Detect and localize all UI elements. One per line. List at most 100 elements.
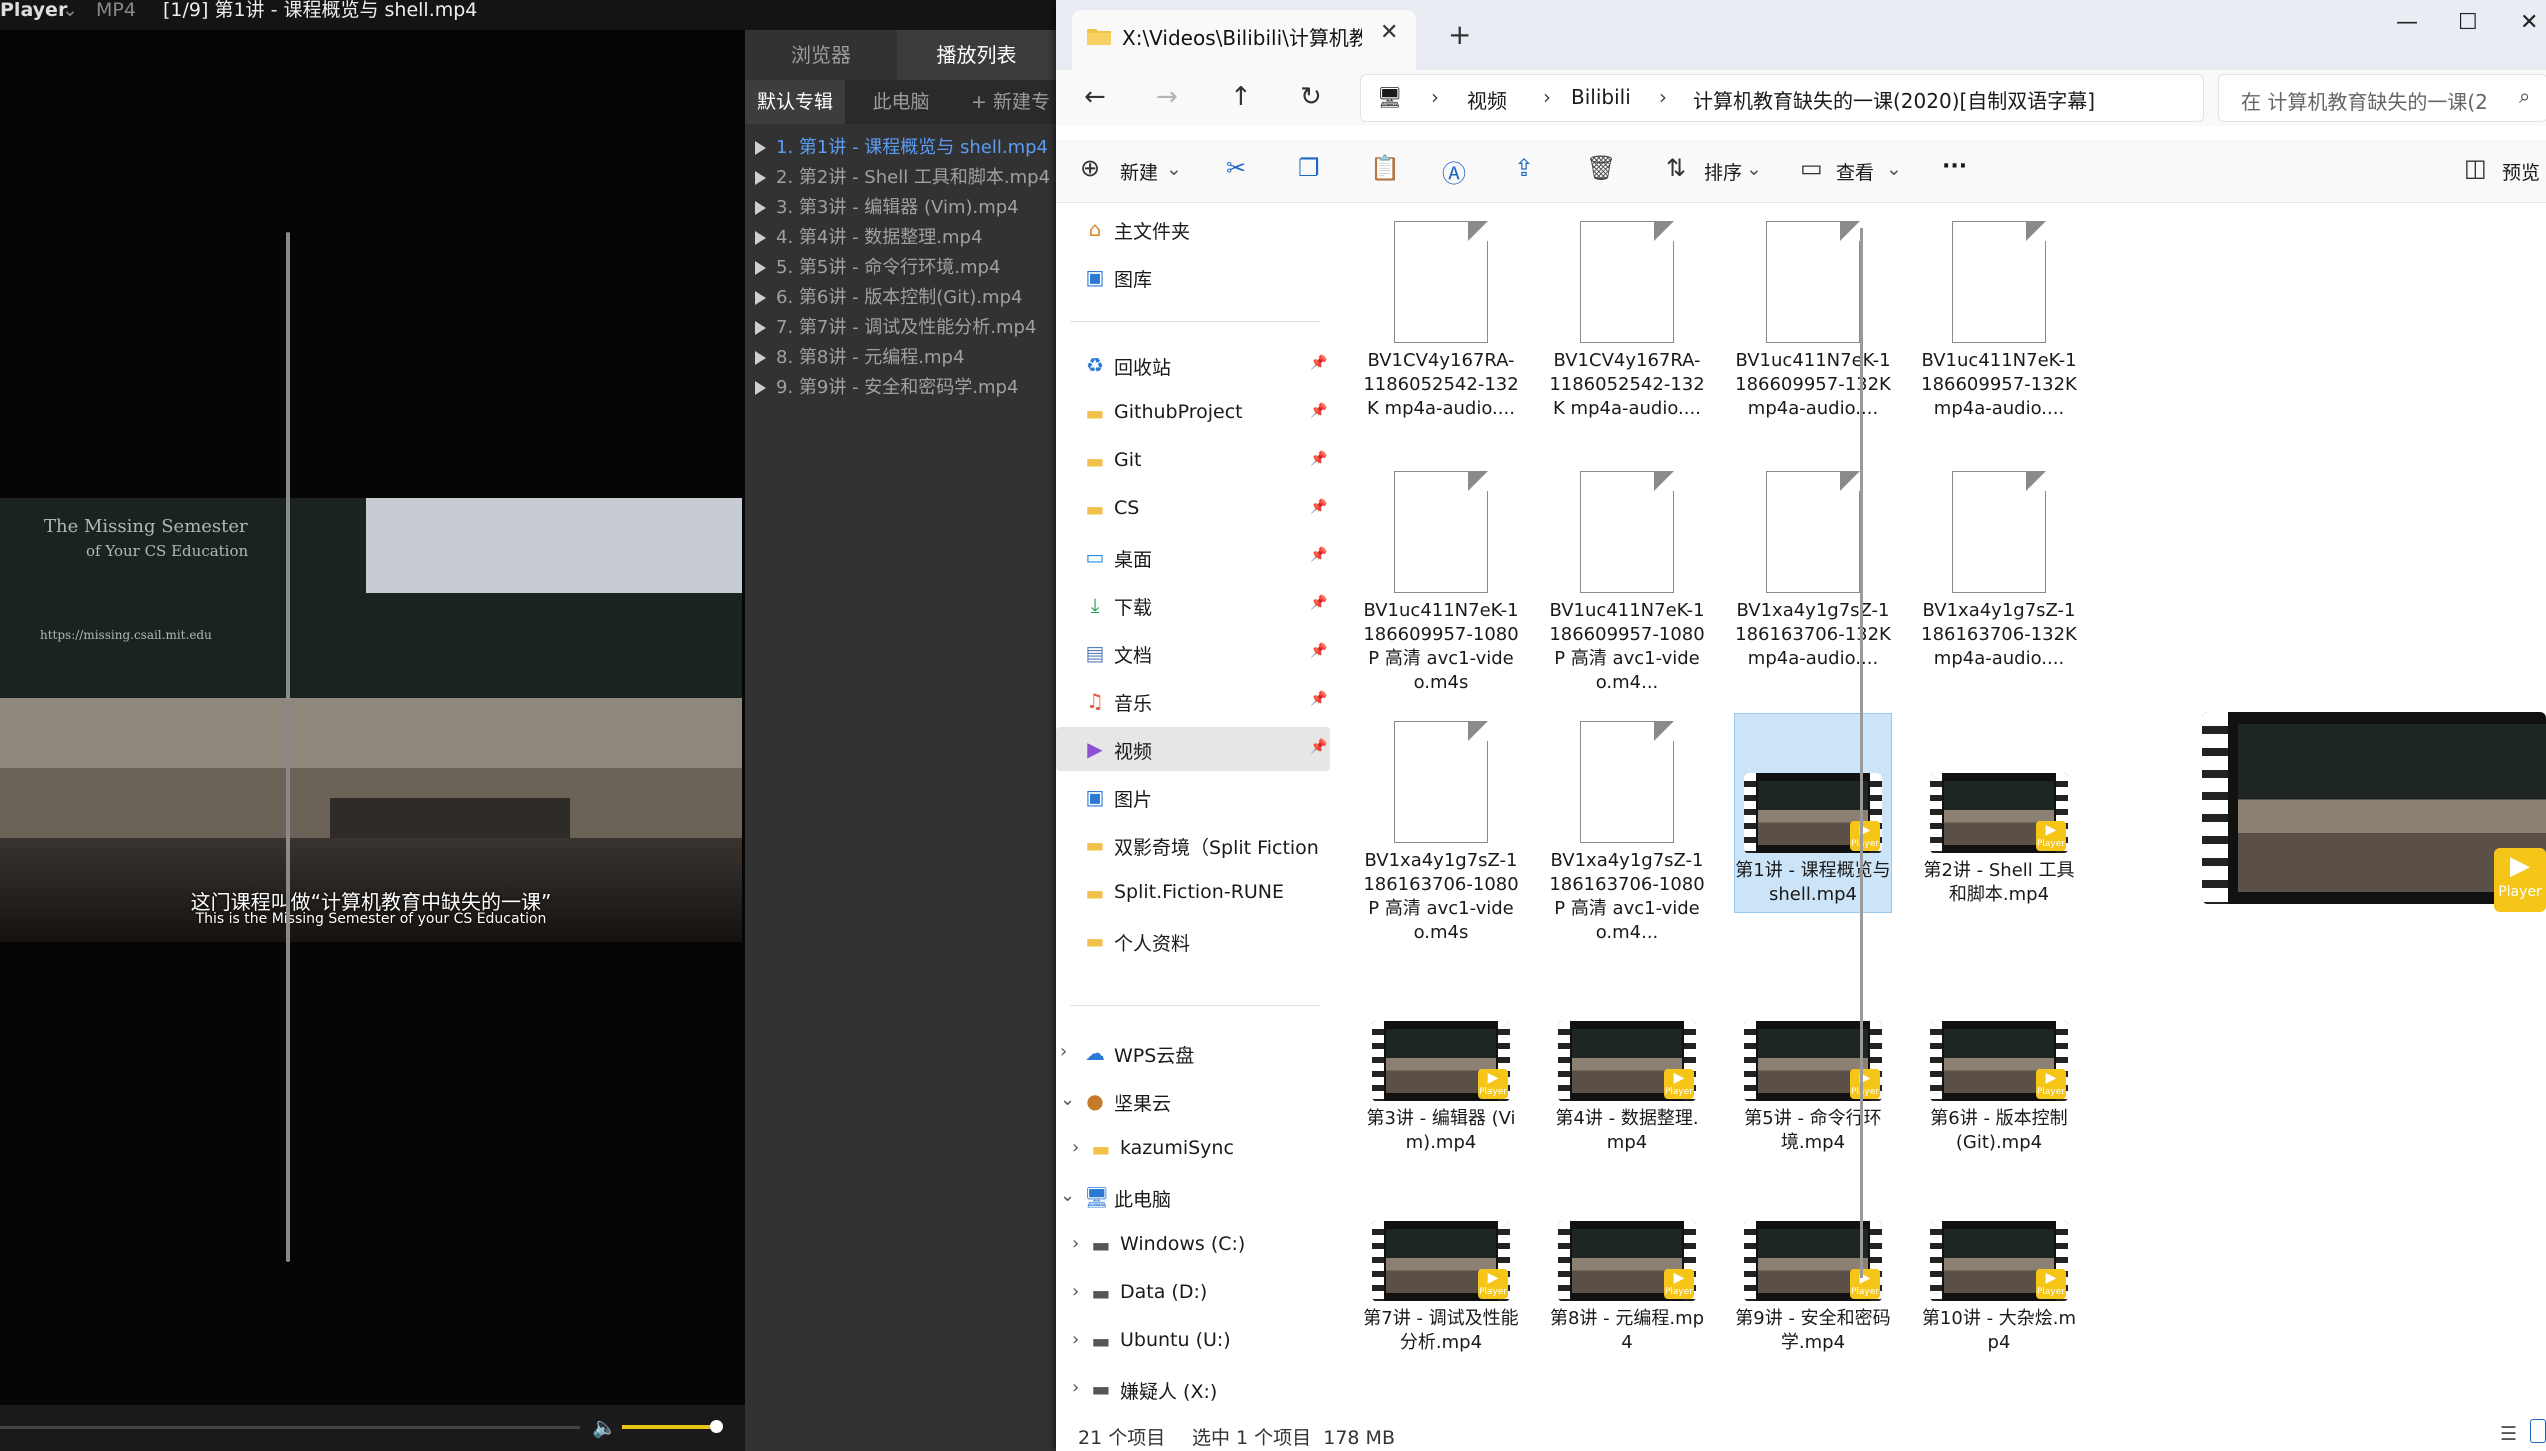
sidebar-item[interactable]: ⌄ ● 坚果云 (1056, 1079, 1330, 1123)
video-file-item[interactable]: ▶ Player 第6讲 - 版本控制 (Git).mp4 (1920, 1021, 2078, 1155)
file-item[interactable]: BV1uc411N7eK-1186609957-132K mp4a-audio.… (1920, 221, 2078, 421)
tab-playlist[interactable]: 播放列表 (897, 30, 1056, 80)
new-tab-button[interactable]: + (1448, 18, 1471, 51)
preview-pane-icon[interactable]: ◫ (2464, 154, 2487, 182)
sidebar-item[interactable]: ▶ 视频 📌 (1056, 727, 1330, 771)
new-album-button[interactable]: + 新建专 (971, 80, 1056, 124)
thumbnail-view-icon[interactable] (2530, 1419, 2546, 1443)
sidebar-item[interactable]: › ▬ Data (D:) (1056, 1271, 1330, 1315)
sidebar-item[interactable]: ⤓ 下载 📌 (1056, 583, 1330, 627)
new-plus-icon[interactable]: ⊕ (1080, 154, 1100, 182)
chevron-down-icon[interactable]: ⌄ (1886, 158, 1902, 180)
sidebar-item[interactable]: ▤ 文档 📌 (1056, 631, 1330, 675)
playlist-item[interactable]: 5. 第5讲 - 命令行环境.mp4 (755, 253, 1055, 283)
chevron-right-icon[interactable]: › (1060, 1041, 1067, 1062)
volume-knob[interactable] (710, 1420, 723, 1433)
player-app-name[interactable]: Player (0, 0, 67, 20)
sidebar-item[interactable]: ▭ 桌面 📌 (1056, 535, 1330, 579)
seek-bar[interactable] (0, 1426, 580, 1429)
back-arrow-icon[interactable]: ← (1084, 82, 1106, 112)
sidebar-item[interactable]: ♻ 回收站 📌 (1056, 343, 1330, 387)
sidebar-scrollbar[interactable] (286, 232, 290, 1262)
refresh-icon[interactable]: ↻ (1300, 82, 1322, 112)
cut-icon[interactable]: ✂ (1226, 154, 1246, 182)
view-button[interactable]: 查看 (1836, 158, 1874, 185)
pin-icon[interactable]: 📌 (1310, 451, 1327, 467)
address-bar[interactable]: 🖥 › 视频 › Bilibili › 计算机教育缺失的一课(2020)[自制双… (1360, 74, 2204, 122)
video-file-item[interactable]: ▶ Player 第8讲 - 元编程.mp4 (1548, 1221, 1706, 1355)
new-button[interactable]: 新建 (1120, 158, 1158, 185)
sidebar-item[interactable]: › ▬ 嫌疑人 (X:) (1056, 1367, 1330, 1411)
sidebar-item[interactable]: › ☁ WPS云盘 (1056, 1031, 1330, 1075)
chevron-right-icon[interactable]: › (1072, 1137, 1079, 1158)
up-arrow-icon[interactable]: ↑ (1230, 82, 1252, 112)
view-icon[interactable]: ▭ (1800, 154, 1823, 182)
copy-icon[interactable]: ❐ (1298, 154, 1320, 182)
minimize-button[interactable]: — (2396, 10, 2418, 35)
tab-this-pc[interactable]: 此电脑 (845, 80, 957, 124)
preview-button[interactable]: 预览 (2502, 158, 2540, 185)
maximize-button[interactable]: ☐ (2458, 10, 2478, 35)
playlist-item[interactable]: 2. 第2讲 - Shell 工具和脚本.mp4 (755, 163, 1055, 193)
sidebar-item[interactable]: ▬ Split.Fiction-RUNE (1056, 871, 1330, 915)
tab-default-album[interactable]: 默认专辑 (745, 80, 845, 124)
search-box[interactable]: 在 计算机教育缺失的一课(2 ⌕ (2218, 74, 2546, 122)
sidebar-item[interactable]: ▬ GithubProject 📌 (1056, 391, 1330, 435)
file-item[interactable]: BV1xa4y1g7sZ-1186163706-1080P 高清 avc1-vi… (1362, 721, 1520, 945)
playlist-item[interactable]: 9. 第9讲 - 安全和密码学.mp4 (755, 373, 1055, 403)
video-file-item[interactable]: ▶ Player 第7讲 - 调试及性能分析.mp4 (1362, 1221, 1520, 1355)
playlist-item[interactable]: 7. 第7讲 - 调试及性能分析.mp4 (755, 313, 1055, 343)
sidebar-item[interactable]: ♫ 音乐 📌 (1056, 679, 1330, 723)
search-icon[interactable]: ⌕ (2519, 84, 2530, 108)
details-view-icon[interactable]: ☰ (2500, 1423, 2517, 1445)
file-item[interactable]: BV1xa4y1g7sZ-1186163706-132K mp4a-audio.… (1734, 471, 1892, 671)
breadcrumb-videos[interactable]: 视频 (1467, 85, 1507, 114)
paste-icon[interactable]: 📋 (1370, 154, 1400, 182)
video-file-item[interactable]: ▶ Player 第2讲 - Shell 工具和脚本.mp4 (1920, 721, 2078, 907)
chevron-down-icon[interactable]: ⌄ (1060, 1185, 1075, 1206)
file-item[interactable]: BV1CV4y167RA-1186052542-132K mp4a-audio.… (1548, 221, 1706, 421)
video-file-item[interactable]: ▶ Player 第9讲 - 安全和密码学.mp4 (1734, 1221, 1892, 1355)
sidebar-item[interactable]: ▬ 双影奇境（Split Fiction (1056, 823, 1330, 867)
sidebar-item[interactable]: › ▬ kazumiSync (1056, 1127, 1330, 1171)
breadcrumb-current[interactable]: 计算机教育缺失的一课(2020)[自制双语字幕] (1693, 85, 2095, 114)
pin-icon[interactable]: 📌 (1310, 691, 1327, 707)
sidebar-item[interactable]: › ▬ Ubuntu (U:) (1056, 1319, 1330, 1363)
file-item[interactable]: BV1CV4y167RA-1186052542-132K mp4a-audio.… (1362, 221, 1520, 421)
close-tab-icon[interactable]: ✕ (1380, 20, 1398, 45)
pin-icon[interactable]: 📌 (1310, 595, 1327, 611)
share-icon[interactable]: ⇪ (1514, 154, 1534, 182)
chevron-down-icon[interactable]: ⌄ (1746, 158, 1762, 180)
video-file-item[interactable]: ▶ Player 第4讲 - 数据整理.mp4 (1548, 1021, 1706, 1155)
playlist-item[interactable]: 3. 第3讲 - 编辑器 (Vim).mp4 (755, 193, 1055, 223)
delete-icon[interactable]: 🗑 (1586, 154, 1616, 182)
playlist-item[interactable]: 8. 第8讲 - 元编程.mp4 (755, 343, 1055, 373)
chevron-right-icon[interactable]: › (1072, 1233, 1079, 1254)
file-item[interactable]: BV1uc411N7eK-1186609957-1080P 高清 avc1-vi… (1548, 471, 1706, 695)
chevron-down-icon[interactable]: ⌄ (1060, 1089, 1075, 1110)
sort-icon[interactable]: ⇅ (1666, 154, 1686, 182)
video-file-item[interactable]: ▶ Player 第10讲 - 大杂烩.mp4 (1920, 1221, 2078, 1355)
chevron-down-icon[interactable]: ⌄ (1166, 158, 1182, 180)
breadcrumb-bilibili[interactable]: Bilibili (1571, 85, 1631, 109)
playlist-item[interactable]: 6. 第6讲 - 版本控制(Git).mp4 (755, 283, 1055, 313)
sidebar-item[interactable]: ⌄ 🖥 此电脑 (1056, 1175, 1330, 1219)
pin-icon[interactable]: 📌 (1310, 739, 1327, 755)
chevron-down-icon[interactable]: ⌄ (62, 0, 78, 20)
chevron-right-icon[interactable]: › (1072, 1329, 1079, 1350)
rename-icon[interactable]: Ⓐ (1442, 154, 1466, 189)
more-options-button[interactable]: ··· (1942, 154, 1967, 179)
sidebar-item[interactable]: ▬ Git 📌 (1056, 439, 1330, 483)
sidebar-item[interactable]: › ▬ Windows (C:) (1056, 1223, 1330, 1267)
video-file-item[interactable]: ▶ Player 第3讲 - 编辑器 (Vim).mp4 (1362, 1021, 1520, 1155)
player-titlebar[interactable]: Player ⌄ MP4 [1/9] 第1讲 - 课程概览与 shell.mp4 (0, 0, 1056, 30)
sidebar-item[interactable]: ▣ 图片 (1056, 775, 1330, 819)
sidebar-item[interactable]: ⌂ 主文件夹 (1056, 207, 1330, 251)
video-frame[interactable]: The Missing Semester of Your CS Educatio… (0, 498, 742, 942)
pin-icon[interactable]: 📌 (1310, 355, 1327, 371)
close-window-button[interactable]: ✕ (2520, 10, 2538, 35)
playlist-item[interactable]: 1. 第1讲 - 课程概览与 shell.mp4 (755, 133, 1055, 163)
volume-icon[interactable]: 🔈 (592, 1414, 618, 1440)
search-input[interactable]: 在 计算机教育缺失的一课(2 (2241, 86, 2501, 115)
chevron-right-icon[interactable]: › (1072, 1281, 1079, 1302)
